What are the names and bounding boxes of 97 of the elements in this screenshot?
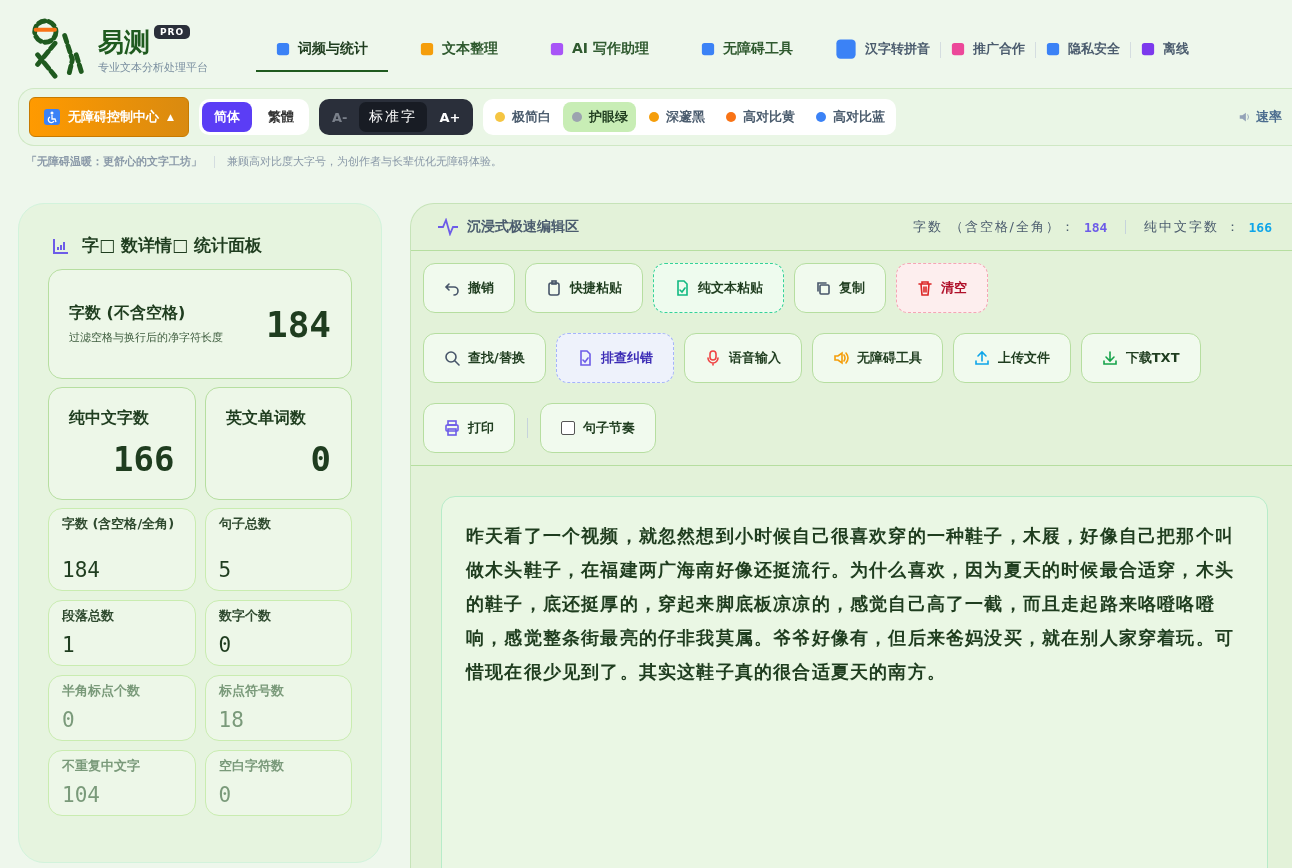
tagline-title: 「无障碍温暖：更舒心的文字工坊」 [26,154,202,169]
pro-badge: PRO [154,25,191,39]
document-icon [674,280,690,296]
toolbar-button[interactable]: 语音输入 [683,333,802,383]
count-value: 166 [1248,219,1272,235]
brand-subtitle: 专业文本分析处理平台 [98,60,208,75]
rhythm-checkbox[interactable]: 句子节奏 [540,403,656,453]
stat-label: 英文单词数 [225,408,307,429]
stat-value: 5 [218,558,233,582]
nav-tab[interactable]: 无障碍工具 [680,28,813,72]
speed-button[interactable]: 速率 [1068,108,1282,126]
nav-tab[interactable]: 推广合作 [940,28,1035,72]
theme-icon [571,111,584,123]
stat-label: 字数 (不含空格) [69,303,187,324]
script-toggle[interactable]: 繁體 [255,102,306,132]
nav-tab[interactable]: 词频与统计 [256,28,388,72]
nav-icon [1140,42,1155,56]
theme-icon [648,111,661,123]
theme-option[interactable]: 极简白 [486,102,560,132]
script-toggle[interactable]: 简体 [201,102,252,132]
stat-label: 字数 (含空格/全角) [62,517,176,532]
copy-icon [815,280,831,296]
editor-title: 沉浸式极速编辑区 [467,218,579,236]
nav-icon [950,42,965,56]
theme-icon [815,111,828,123]
stat-label: 空白字符数 [218,759,285,774]
caret-icon: ▲ [167,112,174,122]
printer-icon [444,420,460,436]
nav-tab[interactable]: 汉字转拼音 [824,26,940,74]
nav-tab[interactable]: AI 写作助理 [530,28,669,72]
theme-icon [725,111,738,123]
toolbar-button[interactable]: 纯文本粘贴 [653,263,784,313]
text-editor[interactable]: 昨天看了一个视频，就忽然想到小时候自己很喜欢穿的一种鞋子，木屐，好像自己把那个叫做木头鞋子，在福建两广海南好像还挺流行。为什么喜欢，因为夏天的时候最合适穿，木头的鞋子，底还挺厚的，穿起来脚底板凉凉的，感觉自己高了一截，而且走起路来咯噔咯噔响，感觉整条街最亮的仔非我莫属。爷爷好像有，但后来爸妈没买，就在别人家穿着玩。可惜现在很少见到了。其实这鞋子真的很合适夏天的南方。 [441,496,1268,868]
count-label: 字数 （含空格/全角）： [913,218,1076,236]
brand-name: 易测 [98,26,150,59]
nav-icon [276,42,290,56]
stat-hint: 过滤空格与换行后的净字符长度 [69,330,224,345]
stat-value: 0 [218,633,233,657]
stat-label: 不重复中文字 [62,759,141,774]
stat-label: 标点符号数 [218,684,285,699]
stat-value: 1 [62,633,76,657]
theme-option[interactable]: 护眼绿 [563,102,637,132]
toolbar-button[interactable]: 清空 [896,263,988,313]
speaker-icon [832,350,849,366]
stat-value: 184 [265,303,331,345]
toolbar-button[interactable]: 上传文件 [952,333,1071,383]
count-value: 184 [1083,219,1108,235]
clipboard-icon [546,280,562,296]
toolbar-button[interactable]: 无障碍工具 [811,333,943,383]
nav-icon [1045,42,1060,56]
toolbar-button[interactable]: 复制 [794,263,886,313]
nav-tab[interactable]: 离线 [1130,28,1199,72]
toolbar-button[interactable]: 撤销 [423,263,515,313]
stat-label: 句子总数 [218,517,272,532]
nav-icon [834,38,857,60]
toolbar-button[interactable]: 下载TXT [1080,333,1201,383]
font-size-label: 标准字 [359,102,428,132]
stat-label: 纯中文字数 [69,408,150,429]
theme-icon [494,111,507,123]
search-icon [444,350,460,366]
theme-option[interactable]: 深邃黑 [640,102,714,132]
toolbar-button[interactable]: 打印 [423,403,515,453]
wheelchair-icon [44,109,60,125]
toolbar-button[interactable]: 快捷粘贴 [525,263,643,313]
pulse-icon [437,218,459,236]
editor-text: 昨天看了一个视频，就忽然想到小时候自己很喜欢穿的一种鞋子，木屐，好像自己把那个叫做木头鞋子，在福建两广海南好像还挺流行。为什么喜欢，因为夏天的时候最合适穿，木头的鞋子，底还挺厚的，穿起来脚底板凉凉的，感觉自己高了一截，而且走起路来咯噔咯噔响，感觉整条街最亮的仔非我莫属。爷爷好像有，但后来爸妈没买，就在别人家穿着玩。可惜现在很少见到了。其实这鞋子真的很合适夏天的南方。 [466,524,1235,684]
nav-icon [700,42,715,56]
checkbox[interactable] [561,421,575,435]
stat-value: 104 [62,783,101,807]
speaker-icon [1238,110,1252,124]
stat-label: 数字个数 [218,609,272,624]
nav-icon [420,42,434,56]
nav-icon [550,42,564,56]
nav-tab[interactable]: 文本整理 [400,28,518,72]
theme-option[interactable]: 高对比黄 [717,102,804,132]
trash-icon [917,280,933,296]
stat-label: 半角标点个数 [62,684,141,699]
bar-chart-icon [52,236,70,255]
nav-tab[interactable]: 隐私安全 [1035,28,1130,72]
theme-option[interactable]: 高对比蓝 [807,102,894,132]
stat-value: 0 [62,708,76,732]
download-icon [1101,350,1118,366]
toolbar-button[interactable]: 排查纠错 [555,333,674,383]
stat-value: 166 [112,439,175,479]
undo-icon [444,280,460,296]
tagline-text: 兼顾高对比度大字号，为创作者与长辈优化无障碍体验。 [227,154,502,169]
microphone-icon [704,350,721,366]
toolbar-button[interactable]: 查找/替换 [423,333,546,383]
stats-title: 字□ 数详情□ 统计面板 [82,234,262,257]
stat-value: 0 [218,783,233,807]
font-increase-button[interactable]: A+ [429,103,471,131]
upload-icon [973,350,990,366]
stat-label: 段落总数 [62,609,115,624]
stat-value: 184 [62,558,101,582]
stat-value: 18 [218,708,245,732]
count-label: 纯中文字数 ： [1144,218,1241,236]
stat-value: 0 [309,439,331,479]
